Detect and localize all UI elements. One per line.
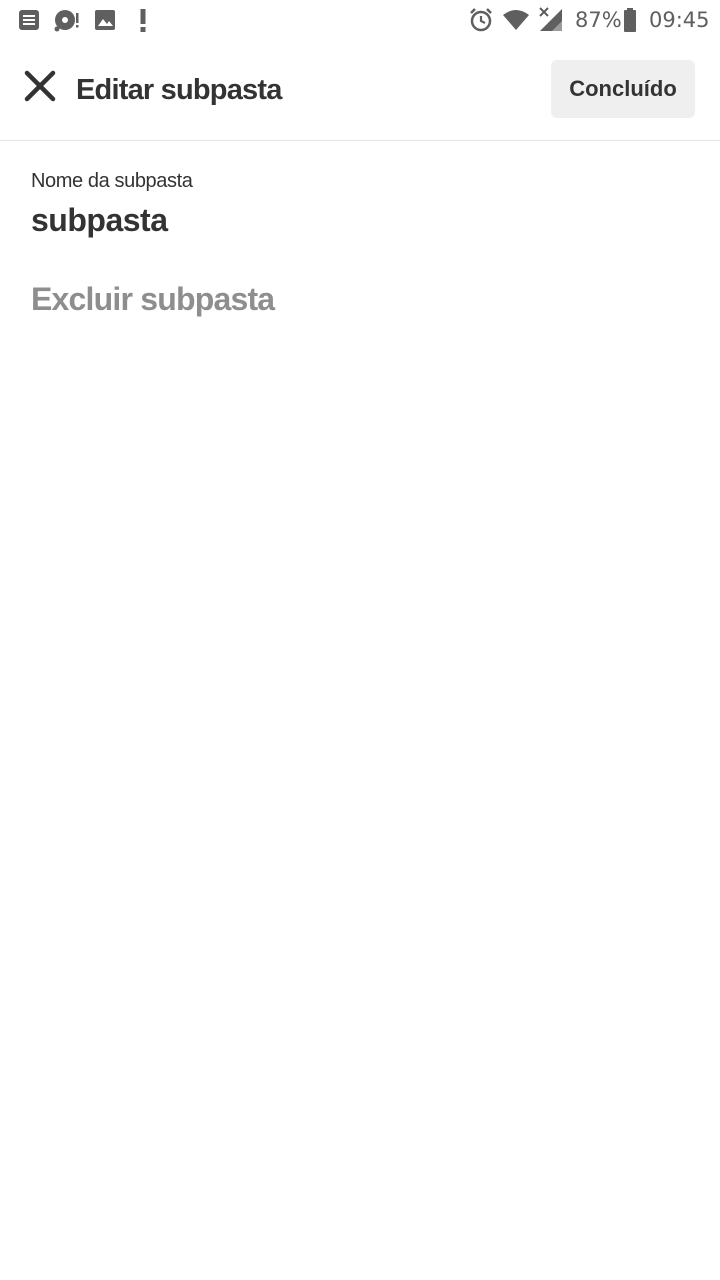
app-bar: Editar subpasta Concluído <box>0 40 720 141</box>
page-title: Editar subpasta <box>76 74 282 106</box>
delete-subfolder-button[interactable]: Excluir subpasta <box>31 279 275 319</box>
alarm-icon <box>468 7 494 33</box>
wifi-icon <box>502 7 530 33</box>
battery-percent: 87% <box>575 8 622 32</box>
disc-alert-icon <box>54 7 80 33</box>
clock-time: 09:45 <box>649 8 710 32</box>
subfolder-name-field[interactable]: subpasta <box>31 200 168 240</box>
subfolder-name-label: Nome da subpasta <box>31 170 193 192</box>
close-icon <box>24 70 56 107</box>
alert-icon <box>138 7 148 33</box>
notes-icon <box>18 7 40 33</box>
done-button[interactable]: Concluído <box>551 60 695 118</box>
close-button[interactable] <box>16 64 64 112</box>
status-bar: 87% 09:45 <box>0 0 720 40</box>
battery-icon <box>623 7 637 33</box>
image-icon <box>94 7 116 33</box>
signal-no-service-icon <box>538 7 564 33</box>
